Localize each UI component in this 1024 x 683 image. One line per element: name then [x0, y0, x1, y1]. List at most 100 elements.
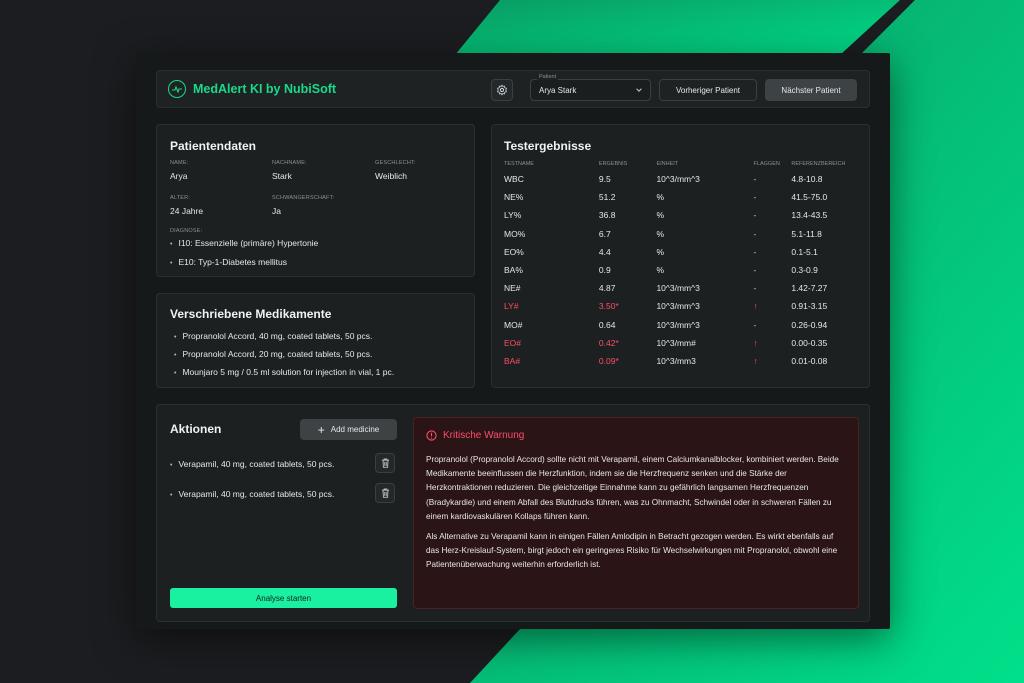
table-row: NE# 4.87 10^3/mm^3 - 1.42-7.27 — [504, 279, 869, 297]
medications-title: Verschriebene Medikamente — [170, 307, 332, 321]
brand-name: MedAlert KI by NubiSoft — [193, 82, 337, 96]
field-value: Stark — [272, 171, 292, 181]
test-unit: % — [656, 210, 664, 221]
test-unit: 10^3/mm^3 — [656, 283, 700, 294]
field-value: 24 Jahre — [170, 206, 204, 216]
test-reference: 4.8-10.8 — [791, 174, 823, 185]
test-result: 4.4 — [598, 246, 611, 257]
field-surname: NACHNAME: Stark — [272, 160, 307, 181]
test-results-table: TESTNAME ERGEBNIS EINHEIT FLAGGEN REFERE… — [504, 158, 869, 370]
test-flag: ↑ — [753, 301, 758, 312]
column-header: TESTNAME — [504, 161, 534, 167]
test-unit: 10^3/mm^3 — [656, 301, 700, 312]
trash-icon — [381, 458, 389, 468]
actions-title: Aktionen — [170, 422, 222, 436]
test-unit: % — [656, 246, 664, 257]
alert-circle-icon — [426, 430, 437, 441]
test-unit: 10^3/mm^3 — [656, 319, 700, 330]
test-reference: 0.00-0.35 — [791, 337, 828, 348]
patient-select-legend: Patient — [537, 74, 559, 80]
test-name: EO% — [504, 246, 524, 257]
diagnosis-label: DIAGNOSE: — [170, 228, 203, 234]
test-unit: % — [656, 192, 664, 203]
column-header: ERGEBNIS — [598, 161, 628, 167]
test-unit: 10^3/mm^3 — [656, 174, 700, 185]
test-name: BA# — [504, 355, 521, 366]
test-flag: - — [753, 192, 757, 203]
field-value: Ja — [272, 206, 281, 216]
test-flag: - — [753, 283, 757, 294]
field-label: SCHWANGERSCHAFT: — [272, 195, 335, 201]
warning-paragraph: Als Alternative zu Verapamil kann in ein… — [426, 532, 838, 570]
warning-paragraph: Propranolol (Propranolol Accord) sollte … — [426, 455, 839, 521]
next-patient-button[interactable]: Nächster Patient — [765, 79, 857, 101]
table-row: LY% 36.8% - 13.4-43.5 — [504, 206, 869, 224]
heartbeat-icon — [168, 80, 186, 98]
field-label: GESCHLECHT: — [375, 160, 416, 166]
test-flag: - — [753, 174, 757, 185]
test-name: MO# — [504, 319, 523, 330]
table-row: EO# 0.42* 10^3/mm# ↑ 0.00-0.35 — [504, 334, 869, 352]
diagnosis-item: E10: Typ-1-Diabetes mellitus — [170, 257, 318, 267]
start-analysis-button[interactable]: Analyse starten — [170, 588, 397, 608]
table-row: MO# 0.64 10^3/mm^3 - 0.26-0.94 — [504, 316, 869, 334]
table-row: NE% 51.2% - 41.5-75.0 — [504, 188, 869, 206]
test-flag: - — [753, 228, 757, 239]
critical-warning: Kritische Warnung Propranolol (Propranol… — [413, 417, 859, 609]
column-header: FLAGGEN — [753, 161, 780, 167]
diagnosis-item: I10: Essenzielle (primäre) Hypertonie — [170, 238, 318, 248]
warning-body: Propranolol (Propranolol Accord) sollte … — [426, 453, 846, 579]
test-reference: 41.5-75.0 — [791, 192, 828, 203]
test-result: 0.9 — [598, 265, 611, 276]
test-result: 36.8 — [598, 210, 616, 221]
test-reference: 0.3-0.9 — [791, 265, 818, 276]
test-reference: 1.42-7.27 — [791, 283, 828, 294]
brand-logo: MedAlert KI by NubiSoft — [168, 80, 336, 98]
test-name: LY# — [504, 301, 519, 312]
test-result: 0.09* — [598, 355, 619, 366]
table-row: EO% 4.4% - 0.1-5.1 — [504, 243, 869, 261]
test-results-title: Testergebnisse — [504, 139, 592, 153]
test-flag: - — [753, 246, 757, 257]
add-medicine-button[interactable]: + Add medicine — [300, 419, 397, 440]
table-row: BA# 0.09* 10^3/mm3 ↑ 0.01-0.08 — [504, 352, 869, 370]
trash-icon — [381, 488, 389, 498]
app-header: MedAlert KI by NubiSoft Patient Arya Sta… — [156, 70, 870, 108]
test-name: EO# — [504, 337, 522, 348]
field-age: ALTER: 24 Jahre — [170, 195, 203, 216]
field-label: ALTER: — [170, 195, 191, 201]
test-name: BA% — [504, 265, 523, 276]
test-results-card: Testergebnisse TESTNAME ERGEBNIS EINHEIT… — [491, 124, 870, 388]
patient-data-card: Patientendaten NAME: Arya NACHNAME: Star… — [156, 124, 475, 277]
warning-title: Kritische Warnung — [426, 430, 524, 441]
test-reference: 0.1-5.1 — [791, 246, 818, 257]
table-row: LY# 3.50* 10^3/mm^3 ↑ 0.91-3.15 — [504, 297, 869, 315]
test-unit: % — [656, 228, 664, 239]
test-reference: 0.01-0.08 — [791, 355, 828, 366]
test-name: WBC — [504, 174, 524, 185]
test-flag: - — [753, 319, 757, 330]
test-flag: ↑ — [753, 355, 758, 366]
test-unit: % — [656, 265, 664, 276]
test-name: LY% — [504, 210, 522, 221]
test-reference: 0.26-0.94 — [791, 319, 828, 330]
medication-item: Propranolol Accord, 40 mg, coated tablet… — [174, 331, 394, 341]
delete-button[interactable] — [375, 453, 395, 473]
delete-button[interactable] — [375, 483, 395, 503]
column-header: EINHEIT — [656, 161, 679, 167]
column-header: REFERENZBEREICH — [791, 161, 846, 167]
settings-button[interactable] — [491, 79, 513, 101]
test-reference: 0.91-3.15 — [791, 301, 828, 312]
test-name: NE# — [504, 283, 521, 294]
field-value: Arya — [170, 171, 188, 181]
field-label: NAME: — [170, 160, 189, 166]
test-flag: ↑ — [753, 337, 758, 348]
patient-select[interactable]: Patient Arya Stark — [530, 74, 651, 101]
medication-item: Propranolol Accord, 20 mg, coated tablet… — [174, 349, 394, 359]
test-name: NE% — [504, 192, 524, 203]
table-row: MO% 6.7% - 5.1-11.8 — [504, 225, 869, 243]
field-name: NAME: Arya — [170, 160, 188, 181]
previous-patient-button[interactable]: Vorheriger Patient — [659, 79, 757, 101]
table-row: WBC 9.5 10^3/mm^3 - 4.8-10.8 — [504, 170, 869, 188]
test-result: 0.42* — [598, 337, 619, 348]
